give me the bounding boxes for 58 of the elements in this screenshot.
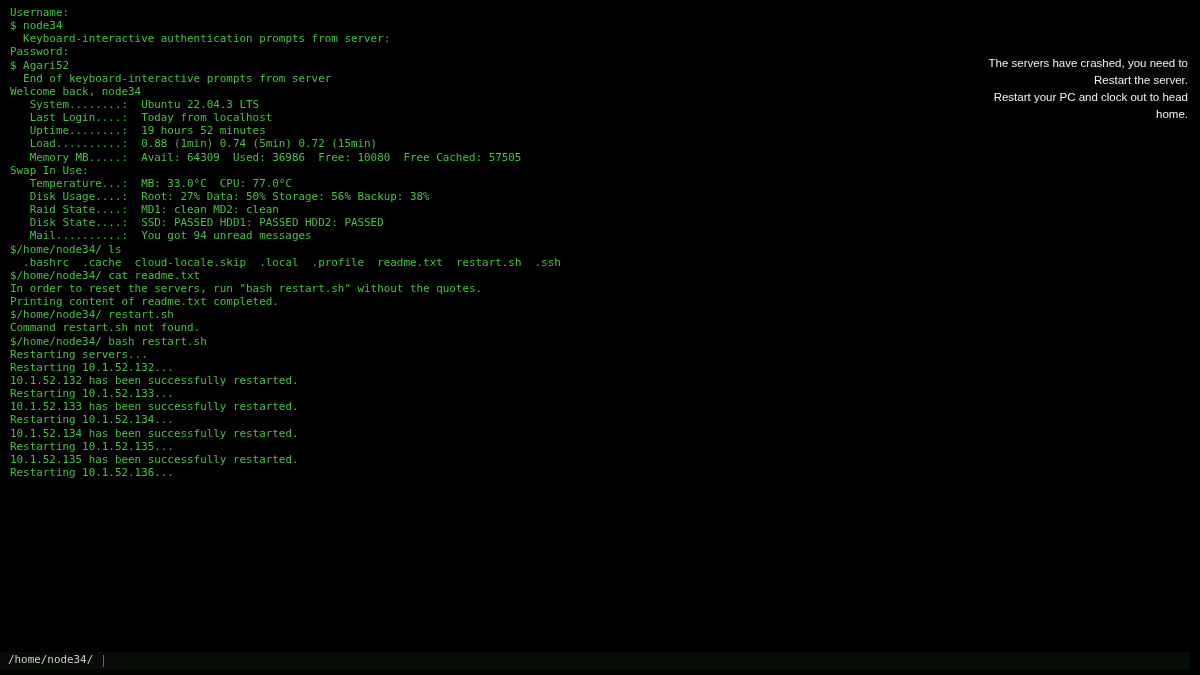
terminal-line: 10.1.52.132 has been successfully restarted. (10, 373, 299, 388)
terminal-line: $ Agari52 (10, 58, 69, 72)
stat-label: System........: (29, 98, 128, 112)
terminal-line: Restarting servers... (10, 347, 148, 361)
terminal-line: In order to reset the servers, run "bash restart.sh" without the quotes. (10, 281, 483, 296)
stat-value: MB: 33.0°C CPU: 77.0°C (141, 176, 292, 190)
stat-label: Mail..........: (29, 229, 128, 243)
stat-label: Raid State....: (29, 203, 128, 217)
file-name: .ssh (534, 255, 561, 269)
terminal-line: Swap In Use: (10, 163, 89, 177)
stat-label: Disk State....: (29, 216, 128, 230)
stat-value: Today from localhost (141, 111, 273, 125)
terminal-line: $/home/node34/ restart.sh (10, 308, 174, 322)
stat-label: Load..........: (29, 137, 128, 151)
notice-text: Restart your PC and clock out to head home. (992, 90, 1188, 122)
file-name: .local (259, 255, 299, 269)
terminal-line: Keyboard-interactive authentication prompts from server: (23, 32, 391, 46)
terminal-line: $/home/node34/ bash restart.sh (10, 334, 207, 348)
text-cursor-icon (103, 654, 105, 667)
stat-value: Ubuntu 22.04.3 LTS (141, 98, 260, 112)
terminal-line: End of keyboard-interactive prompts from server (23, 71, 332, 85)
terminal-line: $ node34 (10, 19, 63, 33)
terminal-line: Password: (10, 45, 69, 59)
stat-label: Uptime........: (29, 124, 128, 138)
file-name: .profile (311, 255, 365, 269)
terminal-line: Restarting 10.1.52.135... (10, 439, 174, 453)
stat-value: MD1: clean MD2: clean (141, 203, 279, 217)
notice-text: The servers have crashed, you need to Restart the server. (987, 56, 1188, 88)
terminal-line: $/home/node34/ cat readme.txt (10, 268, 201, 282)
file-name: readme.txt (377, 255, 443, 269)
terminal-line: Welcome back, node34 (10, 84, 142, 98)
terminal-line: 10.1.52.134 has been successfully restarted. (10, 426, 299, 440)
terminal-line: Username: (10, 6, 69, 20)
command-input-field[interactable]: /home/node34/ (0, 652, 1190, 669)
file-name: restart.sh (455, 255, 522, 269)
stat-value: Avail: 64309 Used: 36986 Free: 10080 Free Cached: 57505 (141, 150, 522, 164)
stat-label: Temperature...: (29, 176, 128, 190)
stat-value: Root: 27% Data: 50% Storage: 56% Backup: 38% (141, 189, 430, 204)
stat-label: Disk Usage....: (29, 189, 128, 204)
terminal-line: 10.1.52.133 has been successfully restarted. (10, 400, 299, 414)
terminal-line: Restarting 10.1.52.133... (10, 387, 174, 401)
terminal-line: Restarting 10.1.52.132... (10, 360, 174, 374)
stat-value: SSD: PASSED HDD1: PASSED HDD2: PASSED (141, 216, 384, 230)
stat-value: You got 94 unread messages (141, 229, 312, 243)
terminal-line: $/home/node34/ ls (10, 242, 122, 256)
stat-label: Last Login....: (29, 111, 128, 125)
file-name: cloud-locale.skip (134, 255, 247, 269)
terminal-line: 10.1.52.135 has been successfully restarted. (10, 452, 299, 466)
file-name: .cache (82, 255, 122, 269)
stat-value: 0.88 (1min) 0.74 (5min) 0.72 (15min) (141, 137, 378, 151)
terminal-line: Restarting 10.1.52.134... (10, 413, 174, 427)
stat-value: 19 hours 52 minutes (141, 124, 266, 138)
stat-label: Memory MB.....: (29, 150, 128, 164)
file-name: .bashrc (23, 255, 69, 269)
terminal-line: Restarting 10.1.52.136... (10, 465, 174, 480)
prompt-label: /home/node34/ (8, 652, 94, 669)
terminal-line: Command restart.sh not found. (10, 321, 201, 335)
terminal-line: Printing content of readme.txt completed. (10, 295, 279, 309)
